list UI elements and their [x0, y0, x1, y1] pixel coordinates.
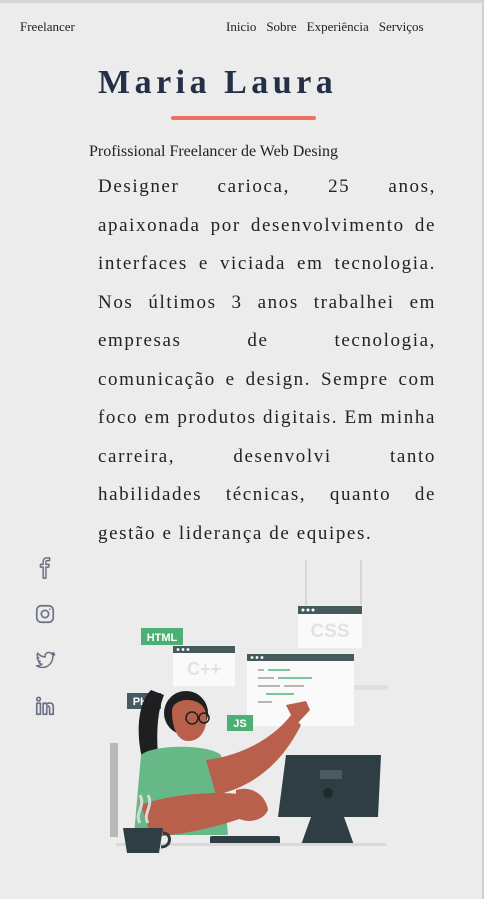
twitter-icon [35, 651, 56, 669]
nav-menu: Inicio Sobre Experiência Serviços [226, 19, 424, 35]
title-underline [171, 116, 316, 120]
chair-back [110, 743, 118, 837]
nav-link-servicos[interactable]: Serviços [379, 19, 424, 35]
nav-link-experiencia[interactable]: Experiência [307, 19, 369, 35]
nav-link-sobre[interactable]: Sobre [266, 19, 296, 35]
js-label: JS [233, 718, 246, 730]
coffee-cup [123, 828, 163, 853]
html-label: HTML [147, 632, 178, 644]
facebook-link[interactable] [34, 557, 58, 581]
twitter-link[interactable] [34, 649, 58, 673]
cpp-label: C++ [187, 659, 221, 679]
monitor [278, 755, 381, 817]
css-label: CSS [310, 621, 349, 642]
instagram-icon [35, 604, 55, 624]
about-text: Designer carioca, 25 anos, apaixonada po… [98, 176, 436, 544]
instagram-link[interactable] [34, 603, 58, 627]
linkedin-icon [35, 696, 55, 716]
monitor-stand [301, 817, 354, 845]
subtitle: Profissional Freelancer de Web Desing [89, 143, 339, 160]
keyboard [210, 836, 280, 844]
page-title: Maria Laura [98, 64, 338, 101]
navbar: Freelancer Inicio Sobre Experiência Serv… [20, 19, 464, 35]
nav-link-inicio[interactable]: Inicio [226, 19, 256, 35]
developer-illustration: CSS HTML C++ PHP JS [110, 560, 388, 853]
top-border [0, 0, 484, 3]
facebook-icon [39, 557, 51, 579]
brand-logo[interactable]: Freelancer [20, 19, 75, 35]
linkedin-link[interactable] [34, 695, 58, 719]
face [172, 700, 207, 741]
social-links [34, 557, 58, 741]
